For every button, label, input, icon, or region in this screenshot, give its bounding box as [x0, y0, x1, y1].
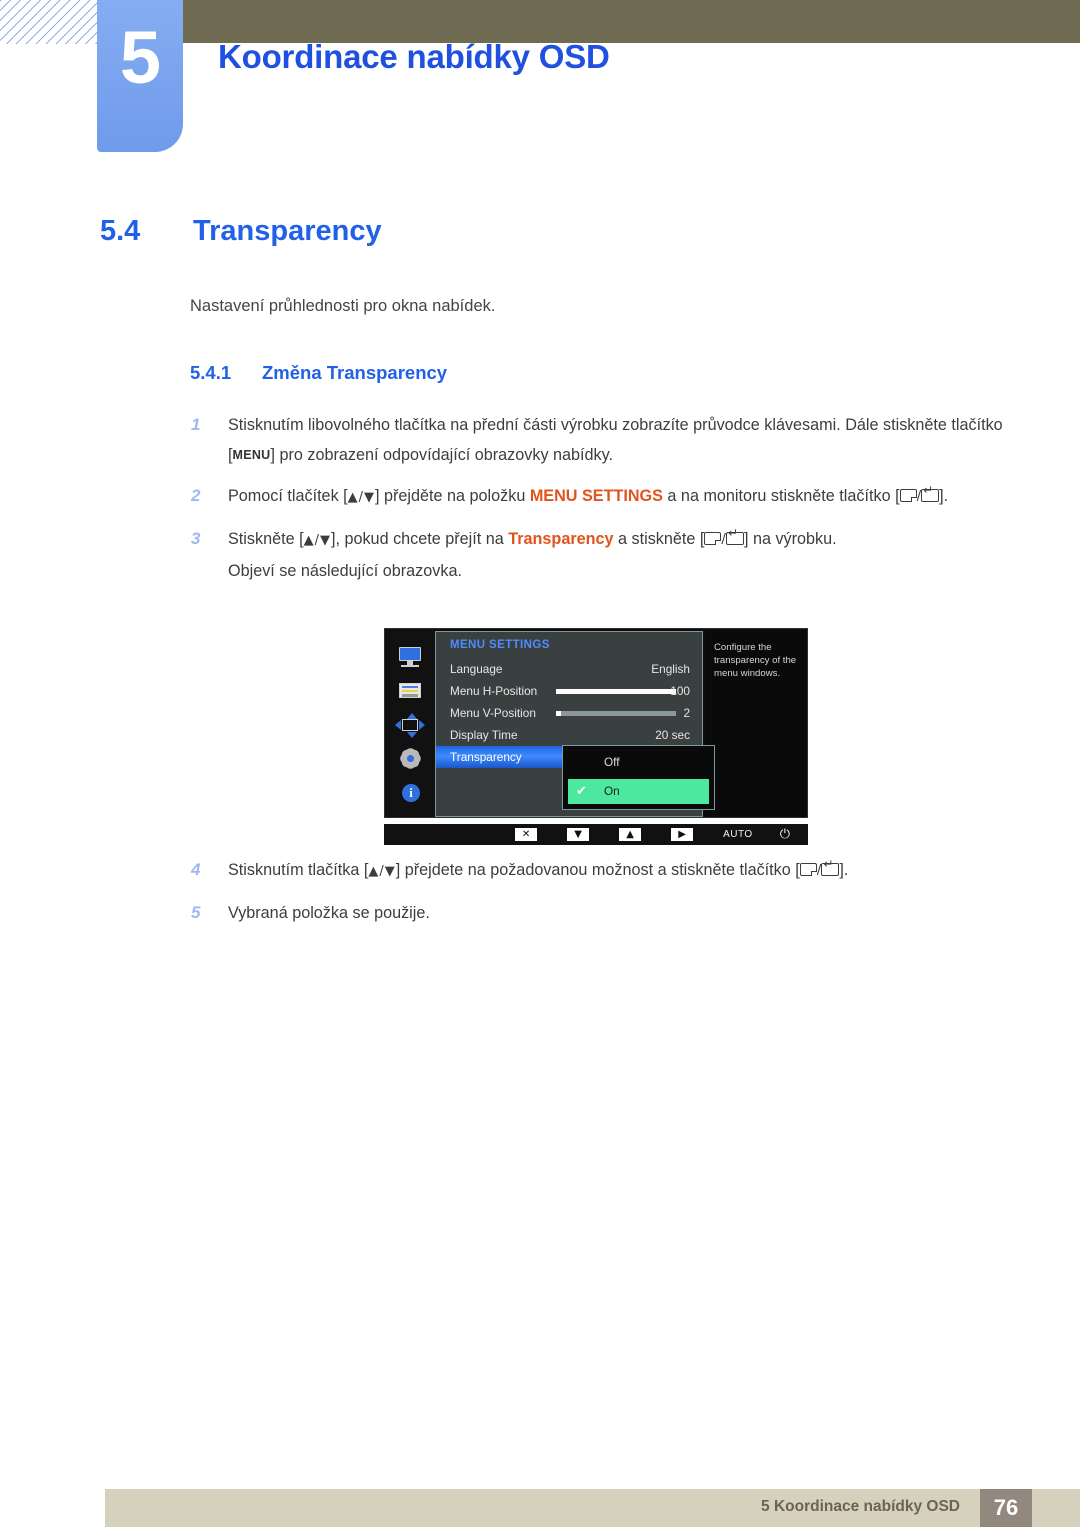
osd-sidebar: i	[385, 629, 435, 817]
steps-list: 1 Stisknutím libovolného tlačítka na pře…	[190, 410, 1010, 597]
step-marker: 4	[191, 860, 201, 879]
decorative-hatch-pattern	[0, 0, 106, 44]
close-button[interactable]: ✕	[515, 828, 538, 841]
step-text-part: ] na výrobku.	[743, 530, 837, 548]
osd-option-off[interactable]: Off	[568, 750, 709, 775]
osd-row-value: English	[651, 662, 690, 676]
chapter-title: Koordinace nabídky OSD	[218, 38, 610, 75]
source-key-icon	[799, 863, 817, 876]
section-title: Transparency	[193, 215, 382, 247]
header-top-bar	[115, 0, 1080, 43]
osd-help-text: Configure the transparency of the menu w…	[705, 631, 807, 817]
osd-window: i MENU SETTINGS Language English Menu H-…	[384, 628, 808, 818]
osd-row-value: 100	[670, 684, 690, 698]
picture-list-icon[interactable]	[395, 679, 425, 705]
step-text-part: ] přejděte na položku	[375, 487, 530, 505]
osd-row-label: Menu V-Position	[450, 706, 536, 720]
osd-row-value: 2	[683, 706, 690, 720]
osd-transparency-dropdown: Off ✔ On	[562, 745, 715, 810]
chapter-number: 5	[119, 16, 161, 99]
step-text-part: ] přejdete na požadovanou možnost a stis…	[395, 861, 800, 879]
osd-row-menu-h-position[interactable]: Menu H-Position 100	[436, 680, 702, 702]
osd-option-label: On	[604, 784, 620, 798]
section-number: 5.4	[100, 215, 141, 247]
list-item: 2 Pomocí tlačítek [▲/▼] přejděte na polo…	[190, 481, 1010, 513]
down-button[interactable]: ▼	[567, 828, 590, 841]
osd-slider-h-position[interactable]	[556, 689, 676, 694]
step-marker: 3	[191, 529, 201, 548]
list-item: 4 Stisknutím tlačítka [▲/▼] přejdete na …	[190, 855, 1010, 887]
section-intro-text: Nastavení průhlednosti pro okna nabídek.	[190, 297, 496, 315]
osd-menu-title: MENU SETTINGS	[450, 639, 550, 651]
osd-row-label: Menu H-Position	[450, 684, 538, 698]
osd-row-menu-v-position[interactable]: Menu V-Position 2	[436, 702, 702, 724]
osd-screenshot: i MENU SETTINGS Language English Menu H-…	[384, 628, 808, 845]
osd-row-display-time[interactable]: Display Time 20 sec	[436, 724, 702, 746]
up-button[interactable]: ▲	[619, 828, 642, 841]
menu-key-label: MENU	[232, 448, 271, 462]
subsection-title: Změna Transparency	[262, 362, 448, 383]
step-text-part: a na monitoru stiskněte tlačítko [	[662, 487, 900, 505]
osd-button-bar: ✕ ▼ ▲ ▶ AUTO ⏻	[384, 824, 808, 845]
osd-row-language[interactable]: Language English	[436, 658, 702, 680]
position-arrows-icon[interactable]	[395, 713, 425, 739]
step-note: Objeví se následující obrazovka.	[228, 562, 462, 580]
osd-option-on[interactable]: ✔ On	[568, 779, 709, 804]
step-text-part: a stiskněte [	[613, 530, 705, 548]
keyword-menu-settings: MENU SETTINGS	[529, 487, 663, 505]
updown-arrows-icon: ▲/▼	[303, 533, 331, 548]
list-item: 5 Vybraná položka se použije.	[190, 898, 1010, 928]
power-icon[interactable]: ⏻	[780, 827, 790, 842]
steps-list-continued: 4 Stisknutím tlačítka [▲/▼] přejdete na …	[190, 855, 1010, 939]
keyword-transparency: Transparency	[508, 530, 614, 548]
monitor-icon[interactable]	[395, 645, 425, 671]
source-key-icon	[704, 532, 722, 545]
check-icon: ✔	[576, 784, 587, 799]
step-text-part: ], pokud chcete přejít na	[330, 530, 509, 548]
info-icon[interactable]: i	[395, 781, 425, 807]
updown-arrows-icon: ▲/▼	[347, 490, 376, 505]
subsection-heading: 5.4.1 Změna Transparency	[190, 362, 447, 384]
right-button[interactable]: ▶	[671, 828, 694, 841]
source-key-icon	[899, 489, 917, 502]
osd-option-label: Off	[604, 755, 620, 769]
step-text-part: Pomocí tlačítek [	[228, 487, 348, 505]
enter-key-icon	[725, 527, 744, 545]
section-heading: 5.4 Transparency	[100, 215, 382, 248]
gear-icon[interactable]	[395, 747, 425, 773]
step-text-part: Stisknutím tlačítka [	[228, 861, 369, 879]
updown-arrows-icon: ▲/▼	[368, 864, 396, 879]
osd-row-label: Language	[450, 662, 503, 676]
osd-row-label: Display Time	[450, 728, 518, 742]
list-item: 1 Stisknutím libovolného tlačítka na pře…	[190, 410, 1010, 470]
auto-button[interactable]: AUTO	[723, 829, 753, 840]
step-text-part: Stiskněte [	[228, 530, 304, 548]
osd-row-label: Transparency	[450, 750, 522, 764]
enter-key-icon	[821, 858, 840, 876]
subsection-number: 5.4.1	[190, 362, 232, 383]
osd-slider-v-position[interactable]	[556, 711, 676, 716]
chapter-number-badge: 5	[97, 0, 183, 152]
step-text-part: Vybraná položka se použije.	[228, 904, 430, 922]
step-text-part: ].	[839, 861, 849, 879]
step-text-part: ] pro zobrazení odpovídající obrazovky n…	[270, 446, 614, 464]
step-marker: 1	[191, 415, 201, 434]
footer-chapter-label: 5 Koordinace nabídky OSD	[761, 1498, 960, 1515]
step-marker: 2	[191, 486, 201, 505]
list-item: 3 Stiskněte [▲/▼], pokud chcete přejít n…	[190, 524, 1010, 586]
page-number: 76	[980, 1489, 1032, 1527]
step-text-part: ].	[939, 487, 949, 505]
step-marker: 5	[191, 903, 201, 922]
enter-key-icon	[921, 484, 940, 502]
osd-row-value: 20 sec	[655, 728, 690, 742]
